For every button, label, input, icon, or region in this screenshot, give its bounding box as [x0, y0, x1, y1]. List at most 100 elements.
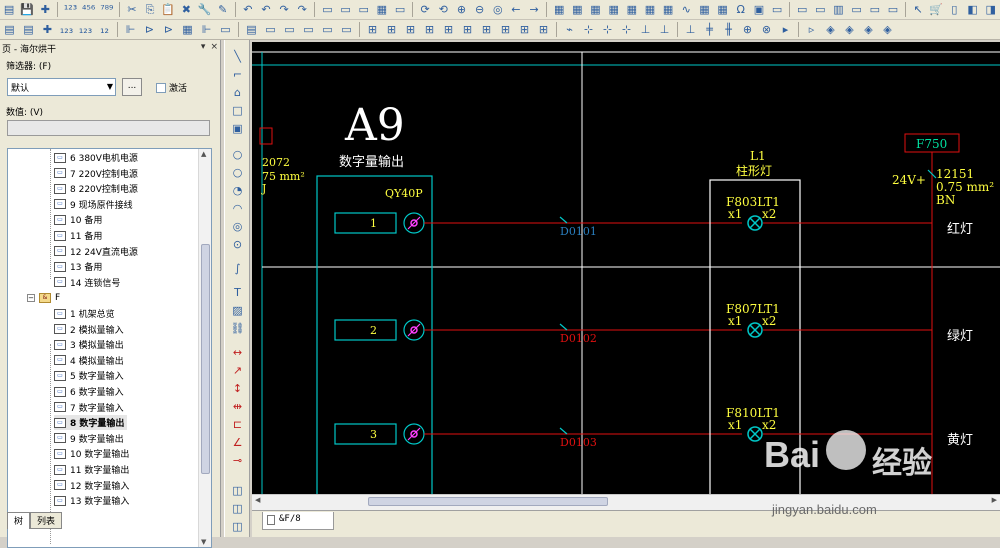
- page-4-icon[interactable]: ▭: [392, 2, 408, 18]
- window-5-icon[interactable]: ▭: [867, 2, 883, 18]
- filter-select[interactable]: 默认 ▼: [7, 78, 116, 96]
- toolbar2-button-icon[interactable]: ▭: [217, 22, 234, 38]
- toolbar2-button-icon[interactable]: ▭: [262, 22, 279, 38]
- toolbar2-button-icon[interactable]: ⊞: [383, 22, 400, 38]
- toolbar2-button-icon[interactable]: ⊹: [618, 22, 635, 38]
- undo-icon[interactable]: ↶: [240, 2, 256, 18]
- toolbar2-button-icon[interactable]: ⊞: [421, 22, 438, 38]
- window-6-icon[interactable]: ▭: [885, 2, 901, 18]
- toolbar2-button-icon[interactable]: ⊞: [402, 22, 419, 38]
- toolbar2-button-icon[interactable]: ₁₂: [96, 22, 113, 38]
- filter-options-button[interactable]: ...: [122, 78, 142, 96]
- window-2-icon[interactable]: ▭: [794, 2, 810, 18]
- tree-item[interactable]: ▭ 5 数字量输入: [54, 368, 124, 383]
- seq-456-icon[interactable]: ⁴⁵⁶: [81, 2, 97, 18]
- grid-5-icon[interactable]: ▦: [624, 2, 640, 18]
- grid-4-icon[interactable]: ▦: [606, 2, 622, 18]
- save-icon[interactable]: 💾: [19, 2, 35, 18]
- toolbar2-button-icon[interactable]: ⊥: [682, 22, 699, 38]
- tree-item[interactable]: ▭ 14 连锁信号: [54, 275, 120, 290]
- tree-item[interactable]: ▭ 8 220V控制电源: [54, 181, 138, 196]
- toolbar2-button-icon[interactable]: ▹: [803, 22, 820, 38]
- tree-item[interactable]: ▭ 11 数字量输出: [54, 462, 129, 477]
- grid-9-icon[interactable]: ▦: [715, 2, 731, 18]
- toolbar2-button-icon[interactable]: ◈: [822, 22, 839, 38]
- toolbar2-button-icon[interactable]: ⊹: [599, 22, 616, 38]
- undo-2-icon[interactable]: ↶: [258, 2, 274, 18]
- grid-8-icon[interactable]: ▦: [696, 2, 712, 18]
- window-icon[interactable]: ▭: [769, 2, 785, 18]
- misc-2-tool-icon[interactable]: ◫: [229, 502, 246, 518]
- forward-arrow-icon[interactable]: →: [526, 2, 542, 18]
- ruler-icon[interactable]: ▯: [946, 2, 962, 18]
- spline-tool-icon[interactable]: ∫: [229, 262, 246, 278]
- toolbar2-button-icon[interactable]: ⊗: [758, 22, 775, 38]
- grid-2-icon[interactable]: ▦: [569, 2, 585, 18]
- misc-3-tool-icon[interactable]: ◫: [229, 520, 246, 536]
- cursor-icon[interactable]: ↖: [910, 2, 926, 18]
- dim-5-tool-icon[interactable]: ⊏: [229, 418, 246, 434]
- tree-item[interactable]: ▭ 1 机架总览: [54, 306, 115, 321]
- toolbar2-button-icon[interactable]: ◈: [860, 22, 877, 38]
- toolbar2-button-icon[interactable]: ⊕: [739, 22, 756, 38]
- canvas-scroll-thumb[interactable]: [368, 497, 608, 506]
- page-3-icon[interactable]: ▭: [356, 2, 372, 18]
- toolbar2-button-icon[interactable]: ✚: [39, 22, 56, 38]
- scroll-left-icon[interactable]: ◀: [255, 496, 260, 504]
- ellipse-2-tool-icon[interactable]: ⊙: [229, 238, 246, 254]
- polyline-tool-icon[interactable]: ⌐: [229, 68, 246, 84]
- toolbar2-button-icon[interactable]: ⊞: [478, 22, 495, 38]
- tree-item[interactable]: ▭ 8 数字量输出: [54, 415, 128, 431]
- toolbar2-button-icon[interactable]: ⊞: [440, 22, 457, 38]
- tree-item[interactable]: ▭ 6 380V电机电源: [54, 150, 138, 165]
- misc-icon[interactable]: ◧: [964, 2, 980, 18]
- toolbar2-button-icon[interactable]: ⊞: [459, 22, 476, 38]
- tree-scrollbar[interactable]: ▲ ▼: [198, 149, 211, 547]
- wrench-icon[interactable]: 🔧: [196, 2, 212, 18]
- tab-list[interactable]: 列表: [30, 512, 63, 529]
- tree-item[interactable]: ▭ 3 模拟量输出: [54, 337, 124, 352]
- dim-4-tool-icon[interactable]: ⇹: [229, 400, 246, 416]
- toolbar2-button-icon[interactable]: ⊩: [198, 22, 215, 38]
- grid-3-icon[interactable]: ▦: [587, 2, 603, 18]
- link-tool-icon[interactable]: ⛓: [229, 322, 246, 338]
- paste-icon[interactable]: 📋: [160, 2, 176, 18]
- dim-7-tool-icon[interactable]: ⊸: [229, 454, 246, 470]
- arc-tool-icon[interactable]: ◔: [229, 184, 246, 200]
- page-tab[interactable]: &F/8: [262, 512, 334, 530]
- toolbar2-button-icon[interactable]: ◈: [841, 22, 858, 38]
- dim-2-tool-icon[interactable]: ↗: [229, 364, 246, 380]
- grid-6-icon[interactable]: ▦: [642, 2, 658, 18]
- scroll-down-icon[interactable]: ▼: [201, 538, 206, 546]
- toolbar2-button-icon[interactable]: ⊞: [535, 22, 552, 38]
- pin-icon[interactable]: ▾: [201, 42, 206, 54]
- image-tool-icon[interactable]: ▨: [229, 304, 246, 320]
- dim-tool-icon[interactable]: ↔: [229, 346, 246, 362]
- chart-icon[interactable]: ▥: [830, 2, 846, 18]
- redo-2-icon[interactable]: ↷: [294, 2, 310, 18]
- toolbar2-button-icon[interactable]: ▤: [1, 22, 18, 38]
- window-3-icon[interactable]: ▭: [812, 2, 828, 18]
- brush-icon[interactable]: ✎: [215, 2, 231, 18]
- tree-item[interactable]: ▭ 12 24V直流电源: [54, 244, 138, 259]
- line-tool-icon[interactable]: ╲: [229, 50, 246, 66]
- cart-icon[interactable]: 🛒: [928, 2, 944, 18]
- tree-scroll-thumb[interactable]: [201, 244, 210, 474]
- seq-123-icon[interactable]: ¹²³: [62, 2, 78, 18]
- circle-tool-icon[interactable]: ○: [229, 148, 246, 164]
- text-tool-icon[interactable]: T: [229, 286, 246, 302]
- tree-item[interactable]: ▭ 2 模拟量输入: [54, 322, 124, 337]
- toolbar2-button-icon[interactable]: ⊞: [516, 22, 533, 38]
- frame-tool-icon[interactable]: ▣: [229, 122, 246, 138]
- toolbar2-button-icon[interactable]: ╫: [720, 22, 737, 38]
- toolbar2-button-icon[interactable]: ⊥: [656, 22, 673, 38]
- tree-item[interactable]: ▭ 10 备用: [54, 212, 102, 227]
- toolbar2-button-icon[interactable]: ⊞: [364, 22, 381, 38]
- toolbar2-button-icon[interactable]: ₁₂₃: [77, 22, 94, 38]
- seq-789-icon[interactable]: ⁷⁸⁹: [99, 2, 115, 18]
- grid-icon[interactable]: ▦: [551, 2, 567, 18]
- scroll-up-icon[interactable]: ▲: [201, 150, 206, 158]
- toolbar2-button-icon[interactable]: ⊳: [160, 22, 177, 38]
- toolbar2-button-icon[interactable]: ▤: [243, 22, 260, 38]
- toolbar2-button-icon[interactable]: ⊹: [580, 22, 597, 38]
